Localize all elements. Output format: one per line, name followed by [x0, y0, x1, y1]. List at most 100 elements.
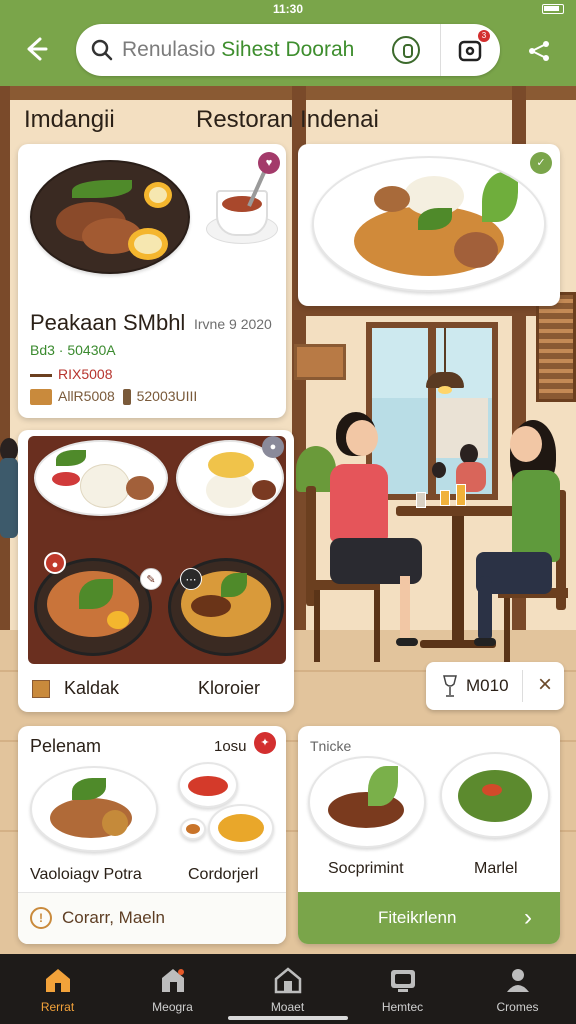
rice-plate-image: [34, 440, 168, 516]
search-icon: [91, 39, 113, 61]
grilled-plate-image: [30, 766, 158, 852]
nav-item-store[interactable]: Meogra: [115, 954, 230, 1024]
menu-badge-icon[interactable]: ●: [262, 436, 284, 458]
chair-leg: [314, 590, 320, 662]
person-shoe: [396, 638, 418, 646]
food-tomato: [188, 776, 228, 796]
nav-item-house[interactable]: Moaet: [230, 954, 345, 1024]
nav-item-home[interactable]: Rerrat: [0, 954, 115, 1024]
food-meat: [252, 480, 276, 500]
food-rice: [80, 464, 130, 508]
options-badge-icon[interactable]: ⋯: [180, 568, 202, 590]
wooden-post: [0, 86, 10, 706]
drink-glass-icon: [416, 492, 426, 508]
nav-item-tv[interactable]: Hemtec: [345, 954, 460, 1024]
bar-marker-icon: [122, 389, 131, 406]
row-3-left: AllR5008: [58, 388, 115, 404]
lamp-glow: [438, 386, 452, 394]
ceiling-beam: [0, 86, 576, 100]
food-plate-image: [30, 160, 190, 274]
card-title: Peakaan SMbhl: [30, 310, 186, 335]
window-building: [428, 398, 488, 458]
caption-right: Marlel: [474, 860, 518, 877]
check-badge-icon[interactable]: ✓: [530, 152, 552, 174]
info-icon: !: [30, 907, 52, 929]
nav-label: Moaet: [270, 1000, 305, 1014]
close-icon[interactable]: ×: [530, 670, 560, 700]
food-tomato: [482, 784, 502, 796]
red-badge-icon[interactable]: ✦: [254, 732, 276, 754]
swatch-icon: [30, 389, 52, 406]
combo-dishes-card[interactable]: ● ✎ ⋯ ● Kaldak Kloroier: [18, 430, 294, 712]
caption-right: Cordorjerl: [188, 866, 259, 883]
featured-food-card[interactable]: ♥ Peakaan SMbhl Irvne 9 2020 Bd3 · 50430…: [18, 144, 286, 418]
food-egg: [107, 611, 129, 629]
food-curry: [218, 814, 264, 842]
food-meat: [374, 186, 410, 212]
line-marker-icon: [30, 373, 52, 377]
soup-cup-icon: [216, 190, 268, 236]
search-bar[interactable]: Renulasio Sihest Doorah 3: [76, 24, 500, 76]
card-title: Tnicke: [310, 738, 352, 754]
nav-item-profile[interactable]: Cromes: [460, 954, 575, 1024]
background-diner: [460, 444, 478, 464]
food-greens: [482, 172, 518, 222]
share-icon[interactable]: [524, 36, 554, 66]
card-footer[interactable]: ! Corarr, Maeln: [18, 892, 286, 944]
status-bar: 11:30: [0, 0, 576, 18]
combo-label-right: Kloroier: [198, 678, 261, 698]
footer-label: Corarr, Maeln: [62, 908, 165, 927]
food-garnish: [56, 450, 86, 466]
filter-chip[interactable]: M010 ×: [426, 662, 564, 710]
background-diner: [432, 462, 446, 478]
row-3-right: 52003UIII: [136, 388, 198, 404]
filter-chip-label: M010: [466, 676, 509, 695]
food-meat: [126, 476, 154, 500]
favorite-badge-icon[interactable]: ♥: [258, 152, 280, 174]
dining-table: [396, 506, 522, 516]
noodle-plate-image: [312, 156, 546, 292]
wine-glass-icon: [443, 675, 457, 697]
bottom-navigation: Rerrat Meogra Moaet Hemtec Cromes: [0, 954, 576, 1024]
category-swatch-icon: [32, 680, 50, 698]
food-egg: [144, 182, 172, 208]
card-date: Irvne 9 2020: [194, 316, 272, 332]
food-egg: [128, 228, 168, 260]
back-button[interactable]: [18, 34, 52, 68]
person-leg: [478, 576, 492, 642]
food-meat: [454, 232, 498, 268]
arrow-left-icon: [27, 37, 48, 61]
person-leg: [400, 576, 410, 642]
card-count: 1osu: [214, 738, 247, 755]
food-egg: [208, 452, 254, 478]
food-egg: [102, 810, 128, 836]
background-diner-body: [0, 458, 18, 538]
home-indicator[interactable]: [228, 1016, 348, 1020]
food-sauce: [186, 824, 200, 834]
meat-plate-image: [308, 756, 426, 848]
nav-label: Rerrat: [40, 1000, 75, 1014]
noodle-dish-card[interactable]: ✓: [298, 144, 560, 306]
info-badge-icon[interactable]: ✎: [140, 568, 162, 590]
more-dishes-card[interactable]: Tnicke Socprimint Marlel Fiteikrlenn ›: [298, 726, 560, 944]
person-head: [346, 420, 378, 456]
app-header: Renulasio Sihest Doorah 3: [0, 18, 576, 86]
section-title-left: Imdangii: [24, 106, 115, 133]
tv-icon: [391, 970, 415, 992]
search-divider: [440, 24, 441, 76]
search-input[interactable]: Renulasio Sihest Doorah: [122, 38, 354, 62]
card-row-3: AllR5008 52003UIII: [30, 388, 198, 406]
hot-badge-icon[interactable]: ●: [44, 552, 66, 574]
caption-left: Vaoloiagv Potra: [30, 866, 142, 883]
drink-glass-icon: [440, 490, 450, 506]
pelenam-card[interactable]: Pelenam 1osu ✦ Vaoloiagv Potra Cordorjer…: [18, 726, 286, 944]
food-collage-image: ● ✎ ⋯: [28, 436, 286, 664]
sauce-dish-image: [180, 818, 206, 840]
see-more-button[interactable]: Fiteikrlenn ›: [298, 892, 560, 944]
home-icon: [46, 969, 70, 992]
lamp-cord: [444, 328, 446, 374]
curry-bowl-image: [208, 804, 274, 852]
voice-search-icon[interactable]: [392, 36, 420, 64]
table-leg: [452, 516, 464, 644]
row-1-text: Bd3 · 50430A: [30, 342, 116, 358]
